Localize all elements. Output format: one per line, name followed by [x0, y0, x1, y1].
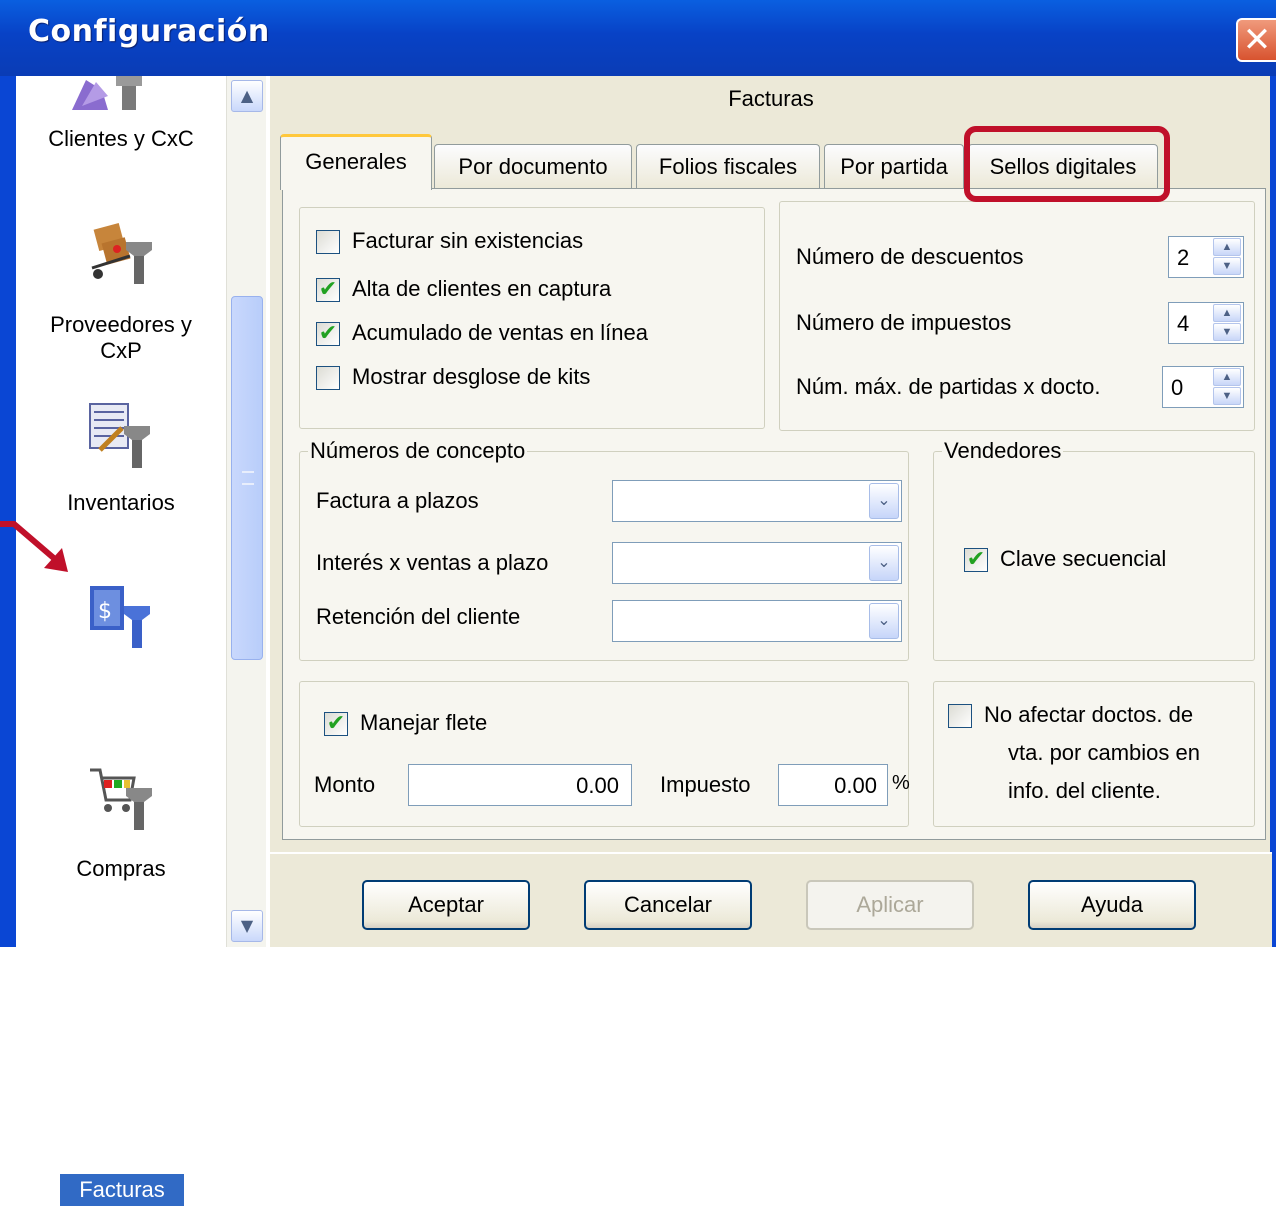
checkbox-label: Facturar sin existencias: [352, 228, 584, 253]
page-title: Facturas: [728, 86, 814, 111]
checkbox-no-afectar[interactable]: [948, 704, 972, 728]
nav-item-clientes[interactable]: Clientes y CxC: [16, 76, 226, 176]
concepts-group: Números de concepto Factura a plazos ⌄ I…: [299, 438, 909, 661]
scroll-up-button[interactable]: ▲: [231, 80, 263, 112]
nav-item-facturas[interactable]: $ Facturas: [16, 576, 226, 1206]
annotation-arrow: [0, 521, 68, 572]
main-panel: Facturas Generales Por documento Folios …: [268, 76, 1272, 947]
scroll-down-button[interactable]: ▼: [231, 910, 263, 942]
nav-item-label: Compras: [76, 856, 166, 881]
dialog-button-bar: Aceptar Cancelar Aplicar Ayuda: [270, 852, 1272, 947]
monto-label: Monto: [314, 772, 376, 797]
impuesto-input[interactable]: 0.00: [778, 764, 888, 806]
tab-folios-fiscales[interactable]: Folios fiscales: [636, 144, 820, 188]
suppliers-config-icon: [91, 223, 152, 284]
max-partidas-label: Núm. máx. de partidas x docto.: [796, 374, 1101, 399]
apply-button[interactable]: Aplicar: [806, 880, 974, 930]
no-afectar-label-line3: info. del cliente.: [1008, 778, 1161, 803]
descuentos-spinner[interactable]: 2 ▲ ▼: [1168, 236, 1244, 278]
clients-config-icon: [72, 76, 142, 110]
max-partidas-spinner[interactable]: 0 ▲ ▼: [1162, 366, 1244, 408]
checkbox-label: Manejar flete: [360, 710, 488, 735]
annotation-highlight-box: [964, 126, 1170, 202]
nav-item-label: Proveedores y: [50, 312, 192, 337]
nav-item-compras[interactable]: Compras: [16, 762, 226, 892]
factura-plazos-label: Factura a plazos: [316, 488, 479, 513]
checkbox-label: Clave secuencial: [1000, 546, 1167, 571]
window-title: Configuración: [28, 14, 270, 49]
spin-buttons: ▲ ▼: [1213, 368, 1241, 406]
cancel-button[interactable]: Cancelar: [584, 880, 752, 930]
max-partidas-value: 0: [1171, 375, 1184, 400]
no-afectar-label-line1: No afectar doctos. de: [984, 702, 1194, 727]
nav-scrollbar[interactable]: ▲ ▼: [226, 76, 266, 947]
chevron-down-icon[interactable]: ⌄: [869, 603, 899, 639]
tab-content-generales: Facturar sin existencias ✔ Alta de clien…: [282, 188, 1266, 840]
title-bar: Configuración ✕: [0, 0, 1276, 76]
invoices-config-icon: $: [90, 586, 150, 648]
factura-plazos-select[interactable]: ⌄: [612, 480, 902, 522]
checkbox-label: Mostrar desglose de kits: [352, 364, 591, 389]
tab-por-partida[interactable]: Por partida: [824, 144, 964, 188]
nav-item-label-line2: CxP: [100, 338, 142, 363]
inventory-config-icon: [89, 403, 150, 468]
spin-down-icon[interactable]: ▼: [1213, 387, 1241, 405]
checkbox-mostrar-kits[interactable]: [316, 366, 340, 390]
vendedores-group-title: Vendedores: [942, 438, 1064, 464]
spin-up-icon[interactable]: ▲: [1213, 368, 1241, 386]
impuestos-value: 4: [1177, 311, 1190, 336]
close-button[interactable]: ✕: [1236, 18, 1276, 62]
retencion-select[interactable]: ⌄: [612, 600, 902, 642]
nav-item-inventarios[interactable]: Inventarios: [16, 396, 226, 526]
no-afectar-label-line2: vta. por cambios en: [1008, 740, 1200, 765]
window-frame-right: [1270, 76, 1276, 947]
impuestos-spinner[interactable]: 4 ▲ ▼: [1168, 302, 1244, 344]
nav-item-proveedores[interactable]: Proveedores y CxP: [16, 206, 226, 386]
general-options-group: Facturar sin existencias ✔ Alta de clien…: [299, 207, 765, 429]
tab-generales[interactable]: Generales: [280, 134, 432, 190]
impuestos-label: Número de impuestos: [796, 310, 1012, 335]
no-afectar-group: No afectar doctos. de vta. por cambios e…: [933, 681, 1255, 827]
monto-value: 0.00: [576, 773, 619, 798]
checkbox-clave-secuencial[interactable]: ✔: [964, 548, 988, 572]
percent-sign: %: [892, 772, 910, 794]
chevron-down-icon[interactable]: ⌄: [869, 545, 899, 581]
nav-item-label-selected: Facturas: [60, 1174, 184, 1206]
accept-button[interactable]: Aceptar: [362, 880, 530, 930]
concepts-group-title: Números de concepto: [308, 438, 528, 464]
help-button[interactable]: Ayuda: [1028, 880, 1196, 930]
descuentos-value: 2: [1177, 245, 1190, 270]
spin-down-icon[interactable]: ▼: [1213, 257, 1241, 275]
purchases-config-icon: [90, 768, 152, 830]
svg-text:$: $: [98, 599, 112, 624]
monto-input[interactable]: 0.00: [408, 764, 632, 806]
retencion-label: Retención del cliente: [316, 604, 521, 629]
scroll-thumb[interactable]: [231, 296, 263, 660]
spin-buttons: ▲ ▼: [1213, 238, 1241, 276]
checkbox-manejar-flete[interactable]: ✔: [324, 712, 348, 736]
chevron-down-icon[interactable]: ⌄: [869, 483, 899, 519]
spin-up-icon[interactable]: ▲: [1213, 304, 1241, 322]
checkbox-alta-clientes[interactable]: ✔: [316, 278, 340, 302]
interes-ventas-label: Interés x ventas a plazo: [316, 550, 549, 575]
descuentos-label: Número de descuentos: [796, 244, 1024, 269]
tab-por-documento[interactable]: Por documento: [434, 144, 632, 188]
nav-item-label: Clientes y CxC: [48, 126, 194, 151]
vendedores-group: Vendedores ✔ Clave secuencial: [933, 438, 1255, 661]
impuesto-label: Impuesto: [660, 772, 751, 797]
spin-up-icon[interactable]: ▲: [1213, 238, 1241, 256]
impuesto-value: 0.00: [834, 773, 877, 798]
checkbox-acumulado-ventas[interactable]: ✔: [316, 322, 340, 346]
counts-group: Número de descuentos 2 ▲ ▼ Número de imp…: [779, 201, 1255, 431]
spin-buttons: ▲ ▼: [1213, 304, 1241, 342]
checkbox-facturar-sin-existencias[interactable]: [316, 230, 340, 254]
grip-icon: [242, 471, 254, 485]
checkbox-label: Acumulado de ventas en línea: [352, 320, 648, 345]
spin-down-icon[interactable]: ▼: [1213, 323, 1241, 341]
interes-ventas-select[interactable]: ⌄: [612, 542, 902, 584]
flete-group: ✔ Manejar flete Monto 0.00 Impuesto 0.00…: [299, 681, 910, 827]
checkbox-label: Alta de clientes en captura: [352, 276, 612, 301]
